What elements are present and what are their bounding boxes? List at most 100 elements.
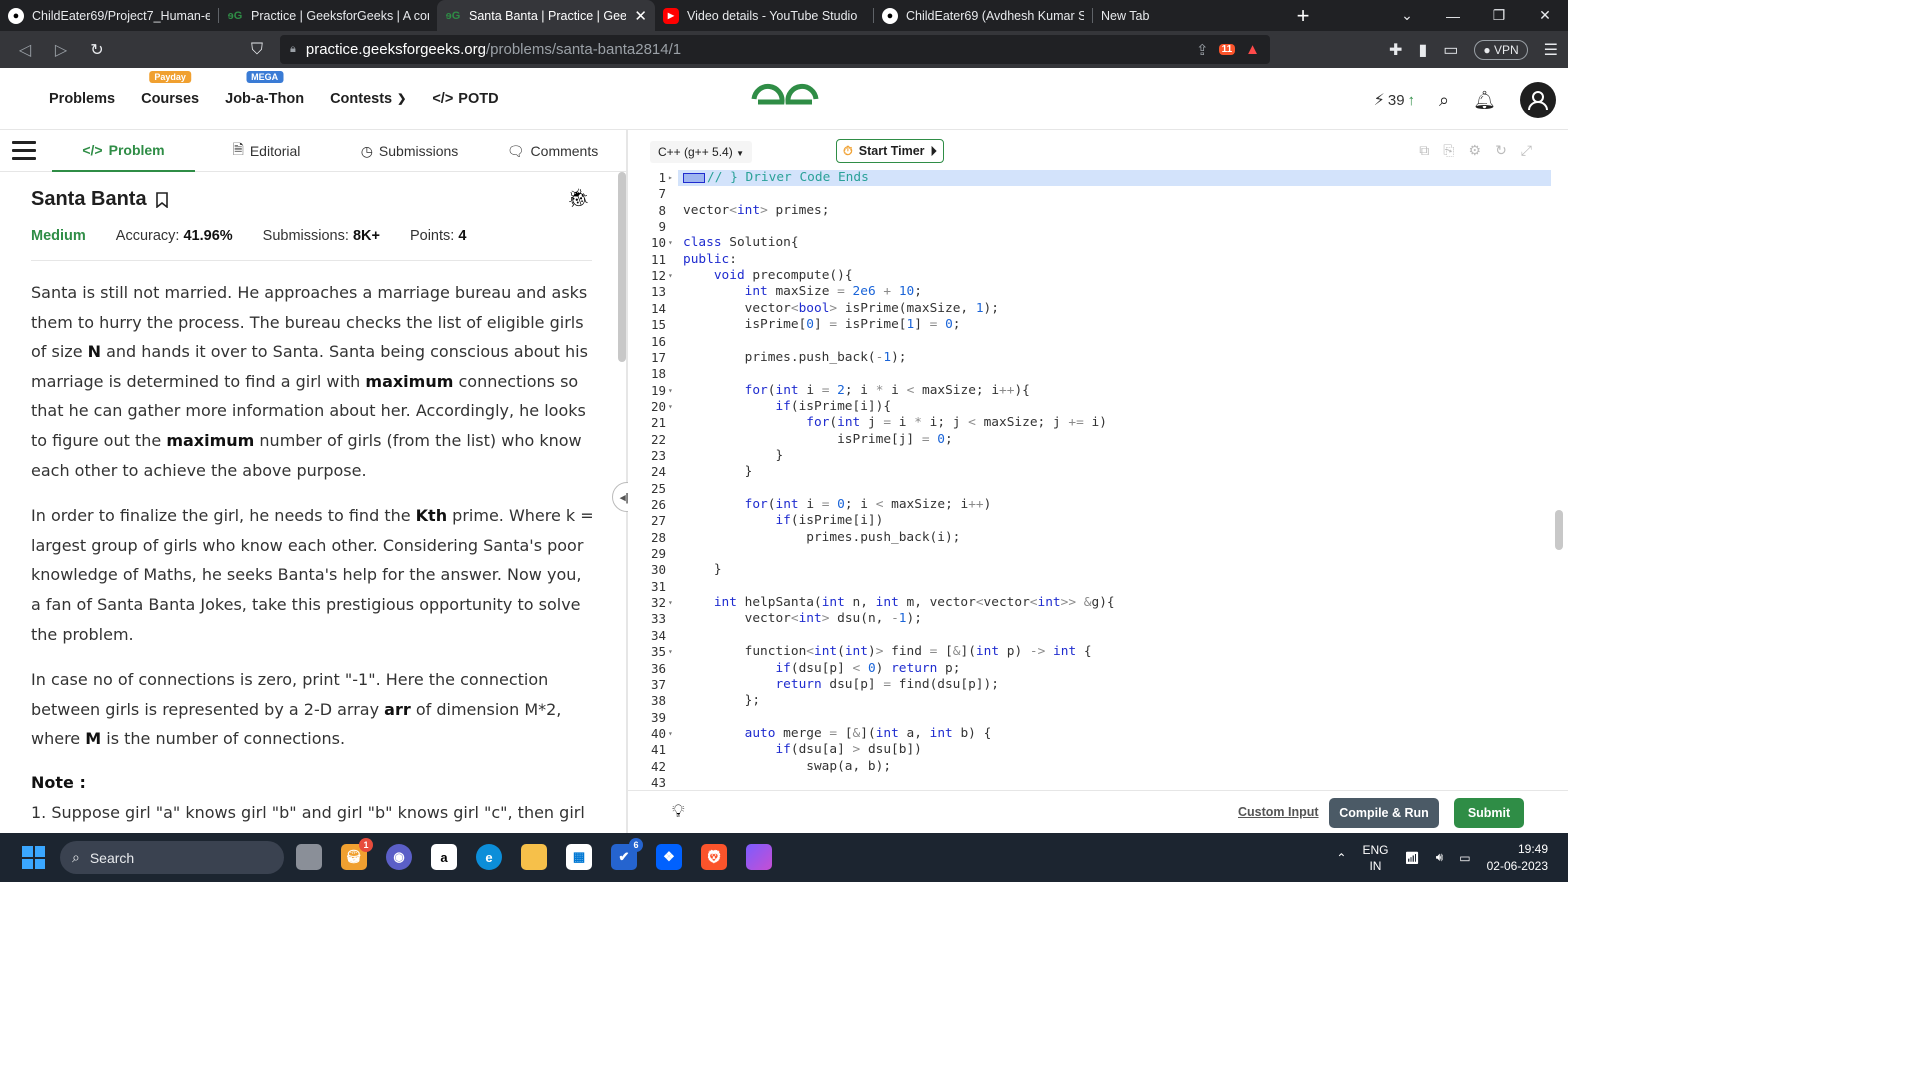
widgets-burger-icon[interactable]: 🍔︎ 1 — [341, 838, 373, 870]
code-line[interactable]: 16 — [628, 334, 1568, 350]
language-indicator[interactable]: ENG IN — [1362, 842, 1388, 874]
app-icon[interactable] — [746, 844, 772, 870]
code-line[interactable]: 36 if(dsu[p] < 0) return p; — [628, 661, 1568, 677]
maximize-button[interactable]: ❐ — [1476, 0, 1522, 31]
code-line[interactable]: 29 — [628, 546, 1568, 562]
wifi-icon[interactable]: 📶︎ — [1404, 851, 1419, 865]
submit-button[interactable]: Submit — [1454, 798, 1524, 828]
url-bar[interactable]: 🔒︎ practice.geeksforgeeks.org/problems/s… — [280, 35, 1270, 64]
reset-icon[interactable]: ↻ — [1495, 142, 1507, 159]
paste-icon[interactable]: ⎘ — [1443, 142, 1454, 159]
dropbox-icon[interactable]: ❖ — [656, 844, 682, 870]
fold-toggle-icon[interactable]: ▸ — [668, 170, 673, 186]
theme-toggle-bulb-icon[interactable]: 💡︎ — [672, 801, 685, 822]
browser-tab[interactable]: New Tab — [1093, 0, 1283, 31]
brave-rewards-icon[interactable]: ▲ — [1245, 41, 1260, 58]
code-line[interactable]: 9 — [628, 219, 1568, 235]
bell-icon[interactable]: 🔔︎ — [1473, 90, 1496, 111]
scrollbar[interactable] — [618, 172, 626, 362]
tab-editorial[interactable]: 🗎︎ Editorial — [195, 130, 338, 172]
hamburger-menu-icon[interactable] — [12, 141, 36, 165]
fold-toggle-icon[interactable]: ▾ — [668, 383, 673, 399]
code-line[interactable]: 38 }; — [628, 693, 1568, 709]
settings-icon[interactable]: ⚙︎ — [1469, 142, 1482, 159]
code-line[interactable]: 32 ▾ int helpSanta(int n, int m, vector<v… — [628, 595, 1568, 611]
code-line[interactable]: 31 — [628, 579, 1568, 595]
taskbar-search[interactable]: ⌕ Search — [60, 841, 284, 874]
code-line[interactable]: 42 swap(a, b); — [628, 759, 1568, 775]
code-line[interactable]: 1 ▸ // } Driver Code Ends — [628, 170, 1568, 186]
fold-toggle-icon[interactable]: ▾ — [668, 644, 673, 660]
tab-problem[interactable]: </> Problem — [52, 130, 195, 172]
close-tab-icon[interactable]: ✕ — [634, 7, 647, 25]
browser-tab[interactable]: ɘG Practice | GeeksforGeeks | A com — [219, 0, 437, 31]
share-icon[interactable]: ⇪ — [1196, 41, 1209, 59]
scrollbar-thumb[interactable] — [1555, 510, 1563, 550]
code-line[interactable]: 30 } — [628, 562, 1568, 578]
fold-toggle-icon[interactable]: ▾ — [668, 726, 673, 742]
code-line[interactable]: 22 isPrime[j] = 0; — [628, 432, 1568, 448]
menu-icon[interactable]: ☰ — [1544, 40, 1558, 60]
browser-tab-active[interactable]: ɘG Santa Banta | Practice | Geek ✕ — [437, 0, 655, 31]
task-view-icon[interactable] — [296, 844, 322, 870]
minimize-button[interactable]: — — [1430, 0, 1476, 31]
code-line[interactable]: 40 ▾ auto merge = [&](int a, int b) { — [628, 726, 1568, 742]
code-line[interactable]: 34 — [628, 628, 1568, 644]
bug-report-icon[interactable]: 🐞︎ — [567, 188, 590, 209]
forward-arrow-icon[interactable]: ▷ — [46, 40, 76, 60]
code-line[interactable]: 35 ▾ function<int(int)> find = [&](int p)… — [628, 644, 1568, 660]
code-line[interactable]: 43 — [628, 775, 1568, 790]
custom-input-link[interactable]: Custom Input — [1238, 805, 1319, 819]
file-explorer-icon[interactable] — [521, 844, 547, 870]
streak-counter[interactable]: ⚡︎ 39 ↑ — [1374, 90, 1415, 110]
code-line[interactable]: 37 return dsu[p] = find(dsu[p]); — [628, 677, 1568, 693]
windows-start-icon[interactable] — [22, 846, 45, 869]
code-line[interactable]: 13 int maxSize = 2e6 + 10; — [628, 284, 1568, 300]
code-line[interactable]: 39 — [628, 710, 1568, 726]
browser-tab[interactable]: ● ChildEater69/Project7_Human-er — [0, 0, 218, 31]
code-line[interactable]: 12 ▾ void precompute(){ — [628, 268, 1568, 284]
volume-icon[interactable]: 🔊︎ — [1436, 850, 1444, 865]
nav-problems[interactable]: Problems — [49, 91, 115, 107]
code-line[interactable]: 21 for(int j = i * i; j < maxSize; j += … — [628, 415, 1568, 431]
code-line[interactable]: 19 ▾ for(int i = 2; i * i < maxSize; i++)… — [628, 383, 1568, 399]
search-icon[interactable]: ⌕ — [1439, 90, 1449, 111]
todo-icon[interactable]: ✔ 6 — [611, 838, 643, 870]
code-line[interactable]: 33 vector<int> dsu(n, -1); — [628, 611, 1568, 627]
editor-scrollbar[interactable] — [1554, 170, 1564, 750]
code-line[interactable]: 18 — [628, 366, 1568, 382]
code-line[interactable]: 27 if(isPrime[i]) — [628, 513, 1568, 529]
code-line[interactable]: 14 vector<bool> isPrime(maxSize, 1); — [628, 301, 1568, 317]
clock[interactable]: 19:49 02-06-2023 — [1487, 841, 1548, 875]
browser-tab[interactable]: ● ChildEater69 (Avdhesh Kumar Sh — [874, 0, 1092, 31]
tab-search-chevron-icon[interactable]: ⌄ — [1384, 0, 1430, 31]
fullscreen-icon[interactable]: ⤢ — [1521, 142, 1532, 159]
microsoft-store-icon[interactable]: ▦ — [566, 844, 592, 870]
brave-shield-icon[interactable]: 11 — [1218, 44, 1236, 55]
tab-comments[interactable]: 🗨︎ Comments — [481, 130, 624, 172]
close-window-button[interactable]: ✕ — [1522, 0, 1568, 31]
fold-toggle-icon[interactable]: ▾ — [668, 268, 673, 284]
code-line[interactable]: 25 — [628, 481, 1568, 497]
code-line[interactable]: 20 ▾ if(isPrime[i]){ — [628, 399, 1568, 415]
new-tab-button[interactable]: + — [1283, 0, 1323, 31]
code-area[interactable]: 1 ▸ // } Driver Code Ends 7 8 vector<int> pri… — [628, 170, 1568, 790]
chat-icon[interactable]: ◉ — [386, 844, 412, 870]
reload-icon[interactable]: ↻ — [82, 40, 112, 60]
wallet-icon[interactable]: ▭ — [1443, 40, 1458, 60]
extensions-icon[interactable]: ✚ — [1389, 40, 1402, 60]
code-line[interactable]: 10 ▾ class Solution{ — [628, 235, 1568, 251]
code-line[interactable]: 41 if(dsu[a] > dsu[b]) — [628, 742, 1568, 758]
code-line[interactable]: 8 vector<int> primes; — [628, 203, 1568, 219]
battery-icon[interactable]: ▭ — [1459, 851, 1470, 865]
code-line[interactable]: 17 primes.push_back(-1); — [628, 350, 1568, 366]
avatar[interactable] — [1520, 82, 1556, 118]
vpn-button[interactable]: ● VPN — [1474, 39, 1528, 60]
nav-job-a-thon[interactable]: MEGA Job-a-Thon — [225, 70, 304, 107]
code-line[interactable]: 28 primes.push_back(i); — [628, 530, 1568, 546]
browser-tab[interactable]: ▶ Video details - YouTube Studio — [655, 0, 873, 31]
code-line[interactable]: 11 public: — [628, 252, 1568, 268]
bookmark-icon[interactable]: ⛉ — [242, 41, 272, 59]
gfg-logo[interactable] — [750, 80, 820, 118]
nav-potd[interactable]: </> POTD — [432, 91, 498, 107]
